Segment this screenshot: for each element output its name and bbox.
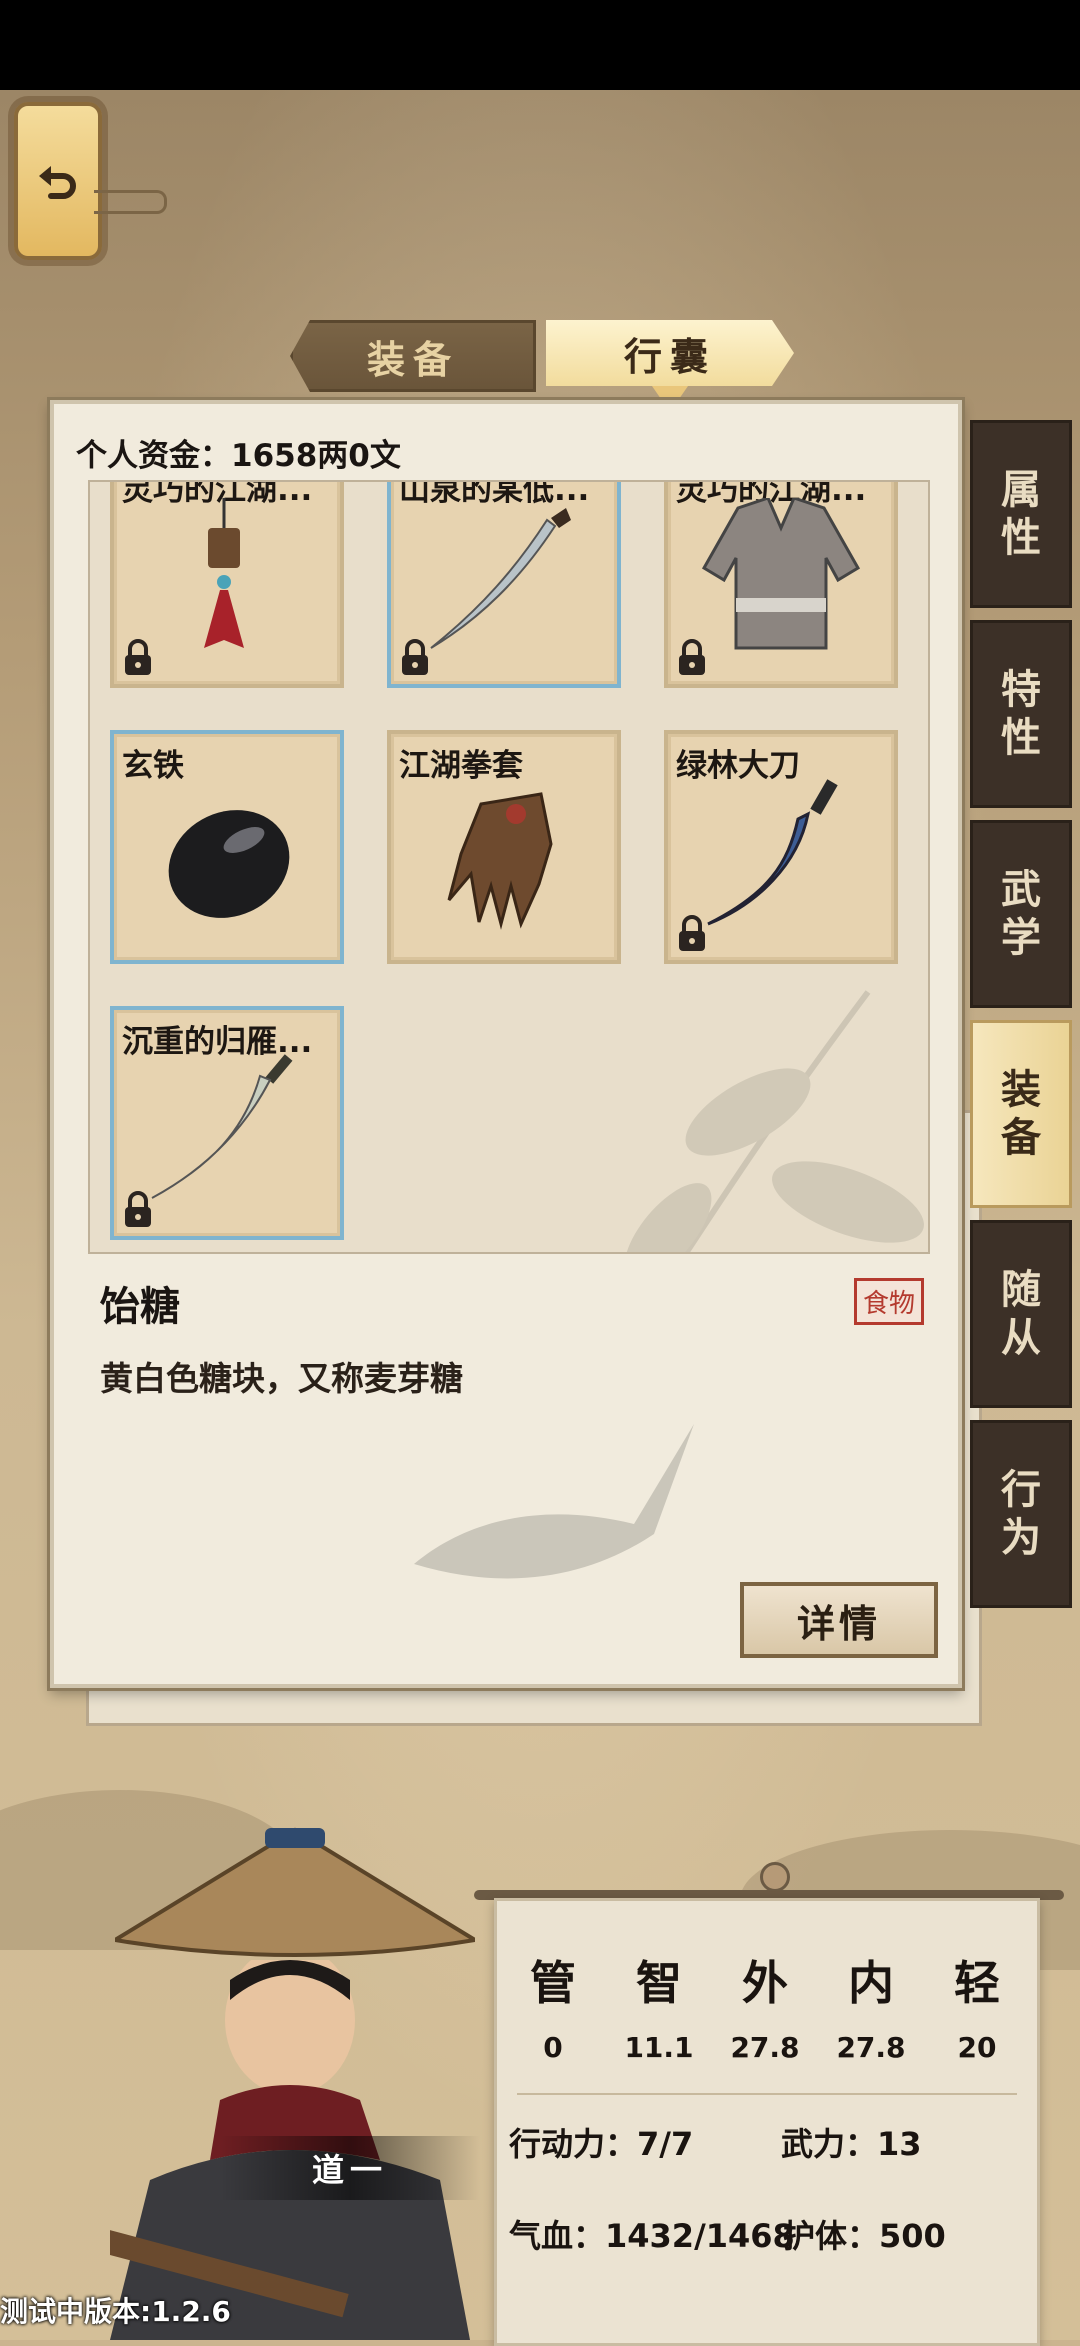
status-bar bbox=[0, 0, 1080, 90]
side-tab-char: 性 bbox=[1001, 514, 1041, 561]
stat-value: 11.1 bbox=[624, 2031, 694, 2064]
flower-painting-decoration bbox=[624, 990, 924, 1252]
side-tab-char: 装 bbox=[1001, 1066, 1041, 1113]
leather-glove-icon bbox=[447, 792, 553, 930]
stats-divider bbox=[517, 2093, 1017, 2095]
stats-panel: 管 0 智 11.1 外 27.8 内 27.8 轻 20 行动力：7/7 武力… bbox=[494, 1898, 1040, 2346]
detail-button[interactable]: 详情 bbox=[740, 1582, 938, 1658]
side-tab-char: 特 bbox=[1001, 666, 1041, 713]
side-tab-equipment[interactable]: 装 备 bbox=[970, 1020, 1072, 1208]
robe-icon bbox=[701, 498, 861, 650]
stat-label: 管 bbox=[530, 1956, 576, 2010]
lock-icon bbox=[402, 639, 428, 675]
inventory-panel: 个人资金：1658两0文 灵巧的江湖... 山泉的某低... 灵巧的江湖... … bbox=[50, 400, 962, 1688]
inventory-slot[interactable]: 江湖拳套 bbox=[387, 730, 621, 964]
straw-hat-illustration bbox=[115, 1827, 475, 1957]
side-tab-martial-arts[interactable]: 武 学 bbox=[970, 820, 1072, 1008]
stat-label: 外 bbox=[742, 1956, 788, 2010]
side-tab-char: 从 bbox=[1001, 1314, 1041, 1361]
cloud-ornament bbox=[94, 190, 167, 214]
stat-external: 外 27.8 bbox=[715, 1947, 815, 2064]
action-points: 行动力：7/7 bbox=[509, 2125, 694, 2163]
armor: 护体：500 bbox=[783, 2217, 946, 2255]
inventory-slot[interactable]: 灵巧的江湖... bbox=[664, 482, 898, 688]
lock-icon bbox=[125, 639, 151, 675]
stat-value: 27.8 bbox=[836, 2031, 906, 2064]
curved-sword-icon bbox=[151, 1054, 293, 1199]
stat-label: 智 bbox=[636, 1956, 682, 2010]
stat-value: 0 bbox=[543, 2031, 563, 2064]
stat-agility: 轻 20 bbox=[927, 1947, 1027, 2064]
lock-icon bbox=[679, 639, 705, 675]
item-detail-title: 饴糖 bbox=[100, 1284, 180, 1330]
side-tab-char: 随 bbox=[1001, 1266, 1041, 1313]
back-button[interactable] bbox=[14, 102, 102, 260]
stat-internal: 内 27.8 bbox=[821, 1947, 921, 2064]
stat-label: 轻 bbox=[954, 1956, 1000, 2010]
inventory-slot[interactable]: 绿林大刀 bbox=[664, 730, 898, 964]
saber-icon bbox=[430, 508, 571, 649]
side-tab-char: 行 bbox=[1001, 1466, 1041, 1513]
funds-label: 个人资金：1658两0文 bbox=[76, 438, 401, 474]
version-label: 测试中版本:1.2.6 bbox=[0, 2295, 231, 2328]
stat-label: 内 bbox=[848, 1956, 894, 2010]
blue-broadsword-icon bbox=[707, 779, 838, 926]
inventory-slot[interactable]: 沉重的归雁... bbox=[110, 1006, 344, 1240]
tab-equipment[interactable]: 装备 bbox=[290, 320, 536, 392]
side-tab-char: 为 bbox=[1001, 1514, 1041, 1561]
stat-value: 20 bbox=[957, 2031, 997, 2064]
martial-force: 武力：13 bbox=[781, 2125, 922, 2163]
side-tab-traits[interactable]: 特 性 bbox=[970, 620, 1072, 808]
side-tab-char: 属 bbox=[1001, 466, 1041, 513]
character-name: 道一 bbox=[220, 2136, 480, 2200]
lock-icon bbox=[679, 915, 705, 951]
inventory-slot[interactable]: 玄铁 bbox=[110, 730, 344, 964]
undo-arrow-icon bbox=[39, 166, 76, 199]
item-category-badge: 食物 bbox=[853, 1278, 924, 1325]
hp: 气血：1432/1468 bbox=[509, 2217, 795, 2255]
item-grid[interactable]: 灵巧的江湖... 山泉的某低... 灵巧的江湖... 玄铁 江湖拳套 绿林大刀 … bbox=[88, 480, 930, 1254]
inventory-slot[interactable]: 山泉的某低... bbox=[387, 482, 621, 688]
inventory-slot[interactable]: 灵巧的江湖... bbox=[110, 482, 344, 688]
stat-value: 27.8 bbox=[730, 2031, 800, 2064]
scroll-knob bbox=[760, 1862, 790, 1892]
side-tab-attributes[interactable]: 属 性 bbox=[970, 420, 1072, 608]
side-tab-char: 备 bbox=[1001, 1114, 1041, 1161]
side-tab-char: 武 bbox=[1001, 866, 1041, 913]
lock-icon bbox=[125, 1191, 151, 1227]
tab-bag-label: 行囊 bbox=[623, 334, 716, 379]
side-tab-char: 性 bbox=[1001, 714, 1041, 761]
black-iron-ore-icon bbox=[168, 810, 290, 918]
tab-bag[interactable]: 行囊 bbox=[546, 320, 794, 386]
stat-management: 管 0 bbox=[503, 1947, 603, 2064]
tab-equipment-label: 装备 bbox=[366, 337, 459, 382]
side-tab-followers[interactable]: 随 从 bbox=[970, 1220, 1072, 1408]
bird-painting-decoration bbox=[414, 1424, 694, 1579]
side-tab-actions[interactable]: 行 为 bbox=[970, 1420, 1072, 1608]
pendant-tassel-icon bbox=[204, 498, 244, 648]
stat-intelligence: 智 11.1 bbox=[609, 1947, 709, 2064]
side-tab-char: 学 bbox=[1001, 914, 1041, 961]
